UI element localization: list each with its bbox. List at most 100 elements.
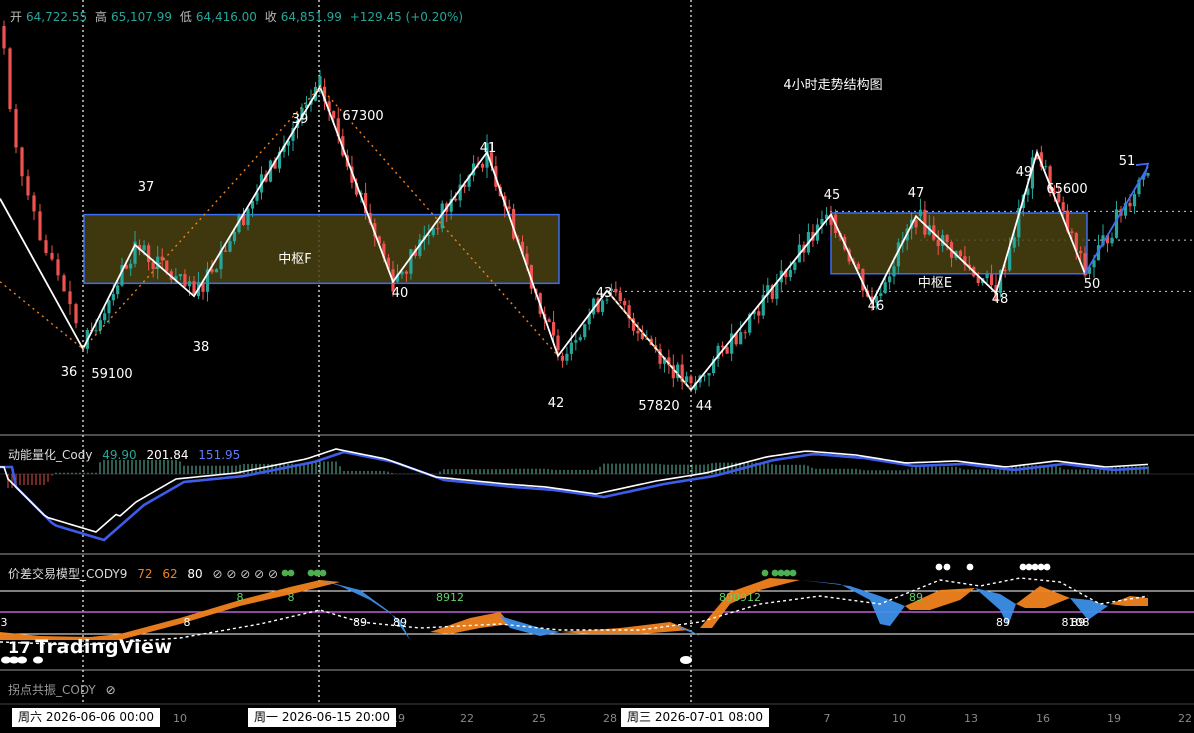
candle-body xyxy=(739,332,743,345)
candle-body xyxy=(20,147,24,177)
spread-green-dot xyxy=(771,569,779,577)
candle-body xyxy=(214,269,219,273)
stroke-point-label: 48 xyxy=(992,292,1009,307)
time-axis-label: 25 xyxy=(532,712,546,725)
candle-body xyxy=(707,373,711,376)
candle-body xyxy=(618,292,622,301)
indicator1-v1: 49.90 xyxy=(102,448,137,462)
candle-body xyxy=(246,208,250,226)
candle-body xyxy=(743,332,747,334)
indicator1-legend[interactable]: 动能量化_Cody 49.90 201.84 151.95 xyxy=(8,446,246,463)
spread-white-dot xyxy=(1043,563,1051,571)
stroke-point-label: 38 xyxy=(193,340,210,355)
candle-body xyxy=(8,48,12,110)
indicator1-v2: 201.84 xyxy=(146,448,189,462)
spread-blue-area xyxy=(320,580,410,640)
candle-body xyxy=(623,300,627,306)
time-axis-label: 19 xyxy=(1107,712,1121,725)
candle-body xyxy=(74,304,78,324)
candle-body xyxy=(232,232,237,242)
indicator1-name: 动能量化_Cody xyxy=(8,448,93,462)
indicator2-hidden-icons[interactable]: ⊘ ⊘ ⊘ ⊘ ⊘ xyxy=(213,567,279,581)
crosshair-date-3: 周三 2026-07-01 08:00 xyxy=(621,708,769,727)
candle-body xyxy=(151,262,155,269)
spread-green-dot xyxy=(761,569,769,577)
stroke-point-label: 37 xyxy=(138,180,155,195)
chart-stage[interactable]: 36 59100 37 38 39 67300 40 41 42 43 44 57820 45 46 47 4… xyxy=(0,0,1194,729)
tv-mark-icon: 17 xyxy=(8,638,32,657)
price-label: 57820 xyxy=(638,399,679,414)
candle-body xyxy=(507,206,511,209)
spread-marker-label: 8 xyxy=(184,616,191,629)
stroke-point-label: 39 xyxy=(292,112,309,127)
stroke-point-label: 36 xyxy=(61,365,78,380)
time-axis-label: 7 xyxy=(824,712,831,725)
candle-body xyxy=(187,281,192,287)
spread-marker-label: 8 xyxy=(288,591,295,604)
candle-body xyxy=(689,376,693,384)
spread-marker-label: 8 xyxy=(1083,616,1090,629)
indicator2-v2: 62 xyxy=(162,567,178,581)
crosshair-date-1: 周六 2026-06-06 00:00 xyxy=(12,708,160,727)
candle-body xyxy=(228,241,232,252)
time-axis-label: 13 xyxy=(964,712,978,725)
candle-body xyxy=(409,249,413,274)
spread-green-dot xyxy=(307,569,315,577)
candle-body xyxy=(404,271,409,274)
pivot-zone-label: 中枢E xyxy=(918,276,952,291)
low-label: 低 xyxy=(179,10,192,24)
candle-body xyxy=(111,294,115,301)
candle-body xyxy=(614,288,618,293)
stroke-point-label: 43 xyxy=(596,286,613,301)
candle-body xyxy=(38,211,42,241)
spread-blue-area xyxy=(500,616,560,636)
spread-orange-area xyxy=(1016,586,1070,608)
low-value: 64,416.00 xyxy=(195,10,257,24)
candle-body xyxy=(788,270,792,278)
spread-green-dot xyxy=(783,569,791,577)
candles-group xyxy=(2,20,1150,394)
candle-body xyxy=(223,250,228,252)
candle-body xyxy=(879,293,883,297)
candle-body xyxy=(26,176,30,196)
candle-body xyxy=(945,235,949,243)
close-value: 64,851.99 xyxy=(280,10,342,24)
candle-body xyxy=(578,337,582,341)
candle-body xyxy=(44,240,48,253)
spread-marker-label: 89 xyxy=(353,616,367,629)
price-label: 59100 xyxy=(91,367,132,382)
spread-white-dot xyxy=(1025,563,1033,571)
candle-body xyxy=(98,320,102,331)
spread-marker-label: 89 xyxy=(393,616,407,629)
spread-white-dot xyxy=(1031,563,1039,571)
candle-body xyxy=(600,300,605,312)
time-axis-label: 22 xyxy=(1178,712,1192,725)
candle-body xyxy=(556,335,560,351)
candle-body xyxy=(454,198,458,201)
indicator1-v3: 151.95 xyxy=(198,448,241,462)
price-chart[interactable]: 36 59100373839 673004041424344578204546474… xyxy=(0,0,1194,729)
candle-body xyxy=(1061,202,1065,211)
candle-body xyxy=(14,109,18,148)
candle-body xyxy=(50,252,54,260)
indicator2-v3: 80 xyxy=(187,567,203,581)
spread-marker-label: 810 xyxy=(1062,616,1083,629)
candle-body xyxy=(68,291,72,305)
eye-off-icon[interactable]: ⊘ xyxy=(106,683,116,697)
spread-white-dot xyxy=(935,563,943,571)
pivot-zone-box xyxy=(830,212,1088,275)
candle-body xyxy=(936,239,940,247)
spread-marker-label: 89 xyxy=(996,616,1010,629)
spread-white-dot xyxy=(1019,563,1027,571)
spread-marker-label: 8912 xyxy=(436,591,464,604)
stroke-point-label: 41 xyxy=(480,141,497,156)
candle-body xyxy=(332,111,336,119)
spread-green-dot xyxy=(319,569,327,577)
indicator3-legend[interactable]: 拐点共振_CODY ⊘ xyxy=(8,681,122,698)
candle-body xyxy=(1132,194,1137,207)
candle-body xyxy=(757,311,761,316)
indicator2-legend[interactable]: 价差交易模型_CODY9 72 62 80 ⊘ ⊘ ⊘ ⊘ ⊘ xyxy=(8,565,284,582)
spread-marker-label: 8 xyxy=(237,591,244,604)
candle-body xyxy=(985,274,989,279)
time-axis-label: 10 xyxy=(892,712,906,725)
